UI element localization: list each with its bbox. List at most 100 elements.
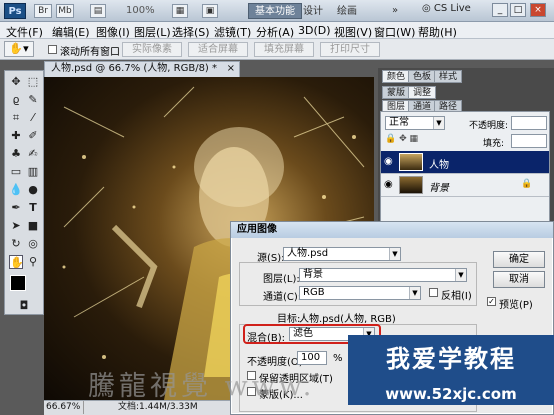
scroll-all-checkbox[interactable] — [48, 45, 57, 54]
document-tab[interactable]: 人物.psd @ 66.7% (人物, RGB/8) * × — [44, 61, 240, 77]
photoshop-logo: Ps — [4, 3, 26, 19]
menu-file[interactable]: 文件(F) — [6, 24, 43, 40]
layer-select[interactable]: 背景 ▼ — [299, 268, 467, 282]
3d-orbit-icon[interactable]: ◎ — [26, 237, 40, 251]
menu-help[interactable]: 帮助(H) — [418, 24, 457, 40]
layer-row-person[interactable]: ◉ 人物 — [381, 151, 549, 174]
cs-live-button[interactable]: ◎ CS Live — [422, 3, 471, 14]
minimize-icon[interactable]: _ — [492, 3, 508, 17]
fill-label: 填充: — [483, 139, 505, 149]
brush-tool-icon[interactable]: ✐ — [26, 129, 40, 143]
actual-pixels-button[interactable]: 实际像素 — [122, 42, 182, 57]
tab-masks[interactable]: 蒙版 — [382, 86, 411, 99]
move-tool-icon[interactable]: ✥ — [9, 75, 23, 89]
chevron-down-icon: ▼ — [389, 248, 400, 260]
opacity-label: 不透明度: — [469, 121, 509, 131]
history-brush-icon[interactable]: ✍ — [26, 147, 40, 161]
chevron-down-icon: ▼ — [433, 117, 444, 129]
fill-input[interactable] — [511, 134, 547, 148]
minibridge-icon[interactable]: Mb — [56, 4, 74, 18]
menu-view[interactable]: 视图(V) — [334, 24, 372, 40]
eye-icon[interactable]: ◉ — [384, 179, 393, 190]
menu-select[interactable]: 选择(S) — [172, 24, 210, 40]
marquee-tool-icon[interactable]: ⬚ — [26, 75, 40, 89]
blur-tool-icon[interactable]: 💧 — [9, 183, 23, 197]
cancel-button[interactable]: 取消 — [493, 271, 545, 288]
preview-checkbox[interactable]: ✓ — [487, 297, 496, 306]
bridge-icon[interactable]: Br — [34, 4, 52, 18]
lock-icons[interactable]: 🔒 ✥ ▦ — [385, 134, 445, 146]
maximize-icon[interactable]: □ — [510, 3, 526, 17]
menu-image[interactable]: 图像(I) — [96, 24, 130, 40]
channel-label: 通道(C): — [263, 292, 302, 303]
watermark-site-name: 我爱学教程 — [348, 335, 554, 383]
shape-tool-icon[interactable]: ■ — [26, 219, 40, 233]
gradient-tool-icon[interactable]: ▥ — [26, 165, 40, 179]
zoom-level-select[interactable]: 100% — [126, 5, 155, 16]
zoom-readout[interactable]: 66.67% — [46, 401, 84, 414]
opacity-input[interactable]: 100 — [297, 351, 327, 365]
menu-edit[interactable]: 编辑(E) — [52, 24, 90, 40]
path-select-icon[interactable]: ➤ — [9, 219, 23, 233]
layer-name: 背景 — [429, 183, 449, 194]
workspace-design-button[interactable]: 设计 — [296, 3, 330, 19]
invert-checkbox[interactable] — [429, 288, 438, 297]
pen-tool-icon[interactable]: ✒ — [9, 201, 23, 215]
hand-tool-icon[interactable]: ✋ — [9, 255, 24, 269]
type-tool-icon[interactable]: T — [26, 201, 40, 215]
zoom-tool-icon[interactable]: ⚲ — [26, 255, 40, 269]
foreground-color-swatch[interactable] — [10, 275, 26, 291]
blend-mode-select[interactable]: 正常 ▼ — [385, 116, 445, 130]
opacity-input[interactable] — [511, 116, 547, 130]
tab-styles[interactable]: 样式 — [434, 70, 463, 83]
print-size-button[interactable]: 打印尺寸 — [320, 42, 380, 57]
more-workspaces-icon[interactable]: » — [392, 5, 398, 16]
cs-live-icon: ◎ — [422, 3, 434, 14]
tool-preset-picker[interactable]: ✋▾ — [4, 41, 34, 57]
eyedropper-tool-icon[interactable]: ⁄ — [26, 111, 40, 125]
blend-label: 混合(B): — [247, 333, 286, 344]
ok-button[interactable]: 确定 — [493, 251, 545, 268]
watermark-url: www.52xjc.com — [348, 383, 554, 405]
channel-select[interactable]: RGB ▼ — [299, 286, 421, 300]
arrange-docs-icon[interactable]: ▦ — [172, 4, 188, 18]
layer-thumbnail — [399, 176, 423, 194]
eraser-tool-icon[interactable]: ▭ — [9, 165, 23, 179]
close-icon[interactable]: × — [530, 3, 546, 17]
quick-mask-icon[interactable]: ◘ — [17, 299, 31, 313]
quick-select-tool-icon[interactable]: ✎ — [26, 93, 40, 107]
workspace-painting-button[interactable]: 绘画 — [330, 3, 364, 19]
menu-filter[interactable]: 滤镜(T) — [214, 24, 251, 40]
clone-stamp-icon[interactable]: ♣ — [9, 147, 23, 161]
opacity-value: 100 — [301, 352, 321, 363]
menu-3d[interactable]: 3D(D) — [298, 24, 331, 37]
menu-analysis[interactable]: 分析(A) — [256, 24, 294, 40]
chevron-down-icon: ▼ — [409, 287, 420, 299]
tab-color[interactable]: 颜色 — [382, 70, 411, 83]
blend-mode-value: 正常 — [389, 117, 409, 128]
menu-window[interactable]: 窗口(W) — [374, 24, 415, 40]
options-bar: ✋▾ 滚动所有窗口 实际像素 适合屏幕 填充屏幕 打印尺寸 — [0, 39, 554, 60]
invert-label: 反相(I) — [441, 291, 472, 302]
crop-tool-icon[interactable]: ⌗ — [9, 111, 23, 125]
eye-icon[interactable]: ◉ — [384, 156, 393, 167]
workspace-essentials-button[interactable]: 基本功能 — [248, 3, 302, 19]
source-select[interactable]: 人物.psd ▼ — [283, 247, 401, 261]
lasso-tool-icon[interactable]: ϱ — [9, 93, 23, 107]
tab-adjustments[interactable]: 调整 — [408, 86, 437, 99]
fit-screen-button[interactable]: 适合屏幕 — [188, 42, 248, 57]
layer-name: 人物 — [429, 160, 449, 171]
screen-mode-icon[interactable]: ▣ — [202, 4, 218, 18]
opacity-unit: % — [333, 353, 343, 364]
close-document-icon[interactable]: × — [227, 62, 235, 76]
menu-layer[interactable]: 图层(L) — [134, 24, 171, 40]
tab-swatches[interactable]: 色板 — [408, 70, 437, 83]
healing-brush-icon[interactable]: ✚ — [9, 129, 23, 143]
dodge-tool-icon[interactable]: ● — [26, 183, 40, 197]
scroll-all-label: 滚动所有窗口 — [60, 47, 120, 58]
fill-screen-button[interactable]: 填充屏幕 — [254, 42, 314, 57]
layer-row-background[interactable]: ◉ 背景 🔒 — [381, 174, 549, 197]
hand-view-icon[interactable]: ▤ — [90, 4, 106, 18]
3d-rotate-icon[interactable]: ↻ — [9, 237, 23, 251]
hand-tool-icon: ✋▾ — [9, 42, 29, 55]
